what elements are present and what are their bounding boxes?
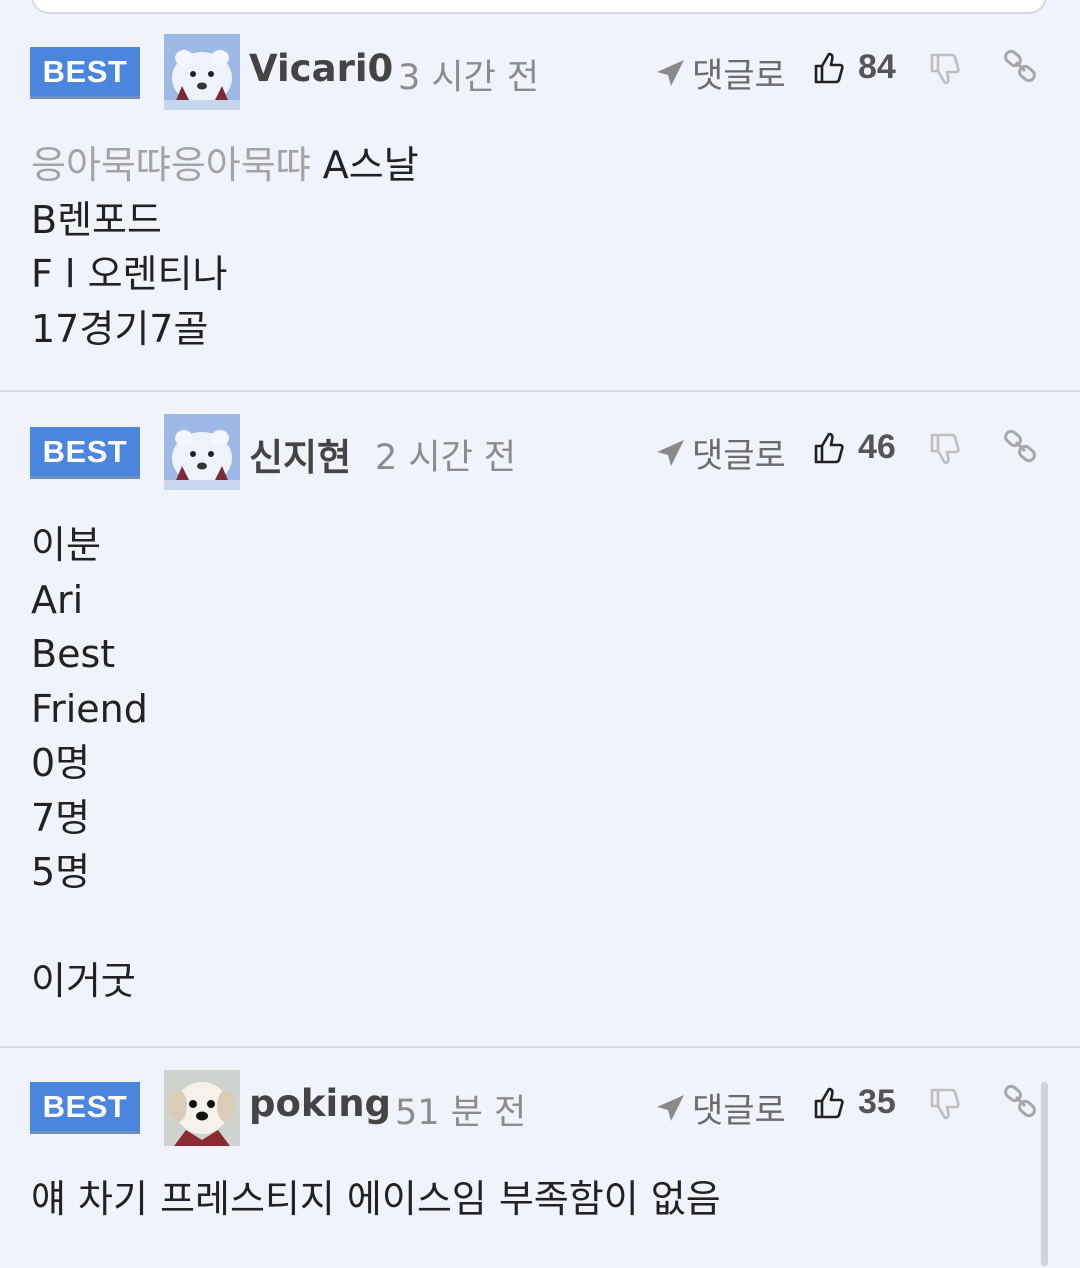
polar-bear-avatar [164, 414, 240, 490]
comment-line: Friend [31, 686, 148, 731]
timestamp: 51 분 전 [395, 1093, 527, 1133]
comment-body: 응아묵땨응아묵땨 A스날 B렌포드 F l 오렌티나 17경기7골 [31, 138, 419, 356]
send-arrow-icon [657, 439, 684, 466]
best-badge: BEST [30, 1082, 140, 1134]
polar-bear-avatar [164, 34, 240, 110]
best-badge: BEST [30, 47, 140, 99]
username[interactable]: 신지현 [249, 427, 351, 481]
thumbs-up-icon [814, 432, 844, 463]
thumbs-up-icon [814, 1087, 844, 1118]
comment-line: F l 오렌티나 [31, 252, 228, 296]
link-button[interactable] [1002, 48, 1040, 90]
like-button[interactable]: 35 [812, 1083, 896, 1122]
avatar[interactable] [164, 414, 240, 490]
reply-label: 댓글로 [692, 436, 786, 476]
reply-label: 댓글로 [692, 56, 786, 96]
username[interactable]: Vicari0 [249, 47, 393, 90]
reply-button[interactable]: 댓글로 [654, 428, 786, 477]
thumbs-down-icon [930, 1088, 960, 1120]
comment-header: BEST 신지현 2 시간 전 댓글로 46 [0, 392, 1080, 492]
username[interactable]: poking [249, 1082, 391, 1125]
reply-button[interactable]: 댓글로 [654, 1083, 786, 1132]
comment-line: 이분 [31, 523, 101, 567]
comment-line [31, 900, 148, 955]
quoted-text: 응아묵땨응아묵땨 [31, 143, 311, 187]
comment-line: 이거굿 [31, 959, 136, 1003]
thumbs-down-icon [930, 53, 960, 85]
like-button[interactable]: 84 [812, 48, 896, 87]
dislike-button[interactable] [928, 431, 964, 471]
like-count: 84 [858, 48, 896, 86]
comment-line: Best [31, 632, 116, 676]
comment: BEST Vicari0 3 시간 전 댓글로 84 응아묵땨응아묵땨 A스날 … [0, 34, 1080, 390]
comment-body: 얘 차기 프레스티지 에이스임 부족함이 없음 [31, 1172, 721, 1227]
like-count: 46 [858, 428, 896, 466]
comment-header: BEST Vicari0 3 시간 전 댓글로 84 [0, 34, 1080, 134]
link-icon [1004, 429, 1036, 463]
scrollbar[interactable] [1041, 1082, 1048, 1266]
comment-line: 7명 [31, 795, 91, 840]
previous-card-bottom [31, 0, 1047, 14]
comment-line: 얘 차기 프레스티지 에이스임 부족함이 없음 [31, 1177, 721, 1221]
comment: BEST poking 51 분 전 댓글로 35 얘 차기 프레스티지 에이스… [0, 1046, 1080, 1268]
comment-line: B렌포드 [31, 197, 162, 242]
link-icon [1004, 1084, 1036, 1118]
comment-line: Ari [31, 577, 84, 622]
comment-body: 이분 Ari Best Friend 0명 7명 5명 이거굿 [31, 518, 148, 1009]
link-button[interactable] [1002, 428, 1040, 470]
comment-line: 17경기7골 [31, 306, 209, 351]
thumbs-down-icon [930, 433, 960, 465]
dislike-button[interactable] [928, 51, 964, 91]
link-icon [1004, 49, 1036, 83]
thumbs-up-icon [814, 52, 844, 83]
dog-avatar [164, 1070, 240, 1146]
avatar[interactable] [164, 34, 240, 110]
like-button[interactable]: 46 [812, 428, 896, 467]
link-button[interactable] [1002, 1083, 1040, 1125]
reply-button[interactable]: 댓글로 [654, 48, 786, 97]
send-arrow-icon [657, 59, 684, 86]
best-badge: BEST [30, 427, 140, 479]
timestamp: 3 시간 전 [398, 58, 540, 98]
comment: BEST 신지현 2 시간 전 댓글로 46 이분 Ari Best Frien… [0, 390, 1080, 1048]
comment-line: 응아묵땨응아묵땨 A스날 [31, 143, 419, 187]
like-count: 35 [858, 1083, 896, 1121]
comment-line: 0명 [31, 741, 91, 785]
timestamp: 2 시간 전 [375, 438, 517, 478]
send-arrow-icon [657, 1094, 684, 1121]
comment-header: BEST poking 51 분 전 댓글로 35 [0, 1048, 1080, 1148]
comment-line: 5명 [31, 850, 91, 894]
reply-label: 댓글로 [692, 1091, 786, 1131]
dislike-button[interactable] [928, 1086, 964, 1126]
avatar[interactable] [164, 1070, 240, 1146]
